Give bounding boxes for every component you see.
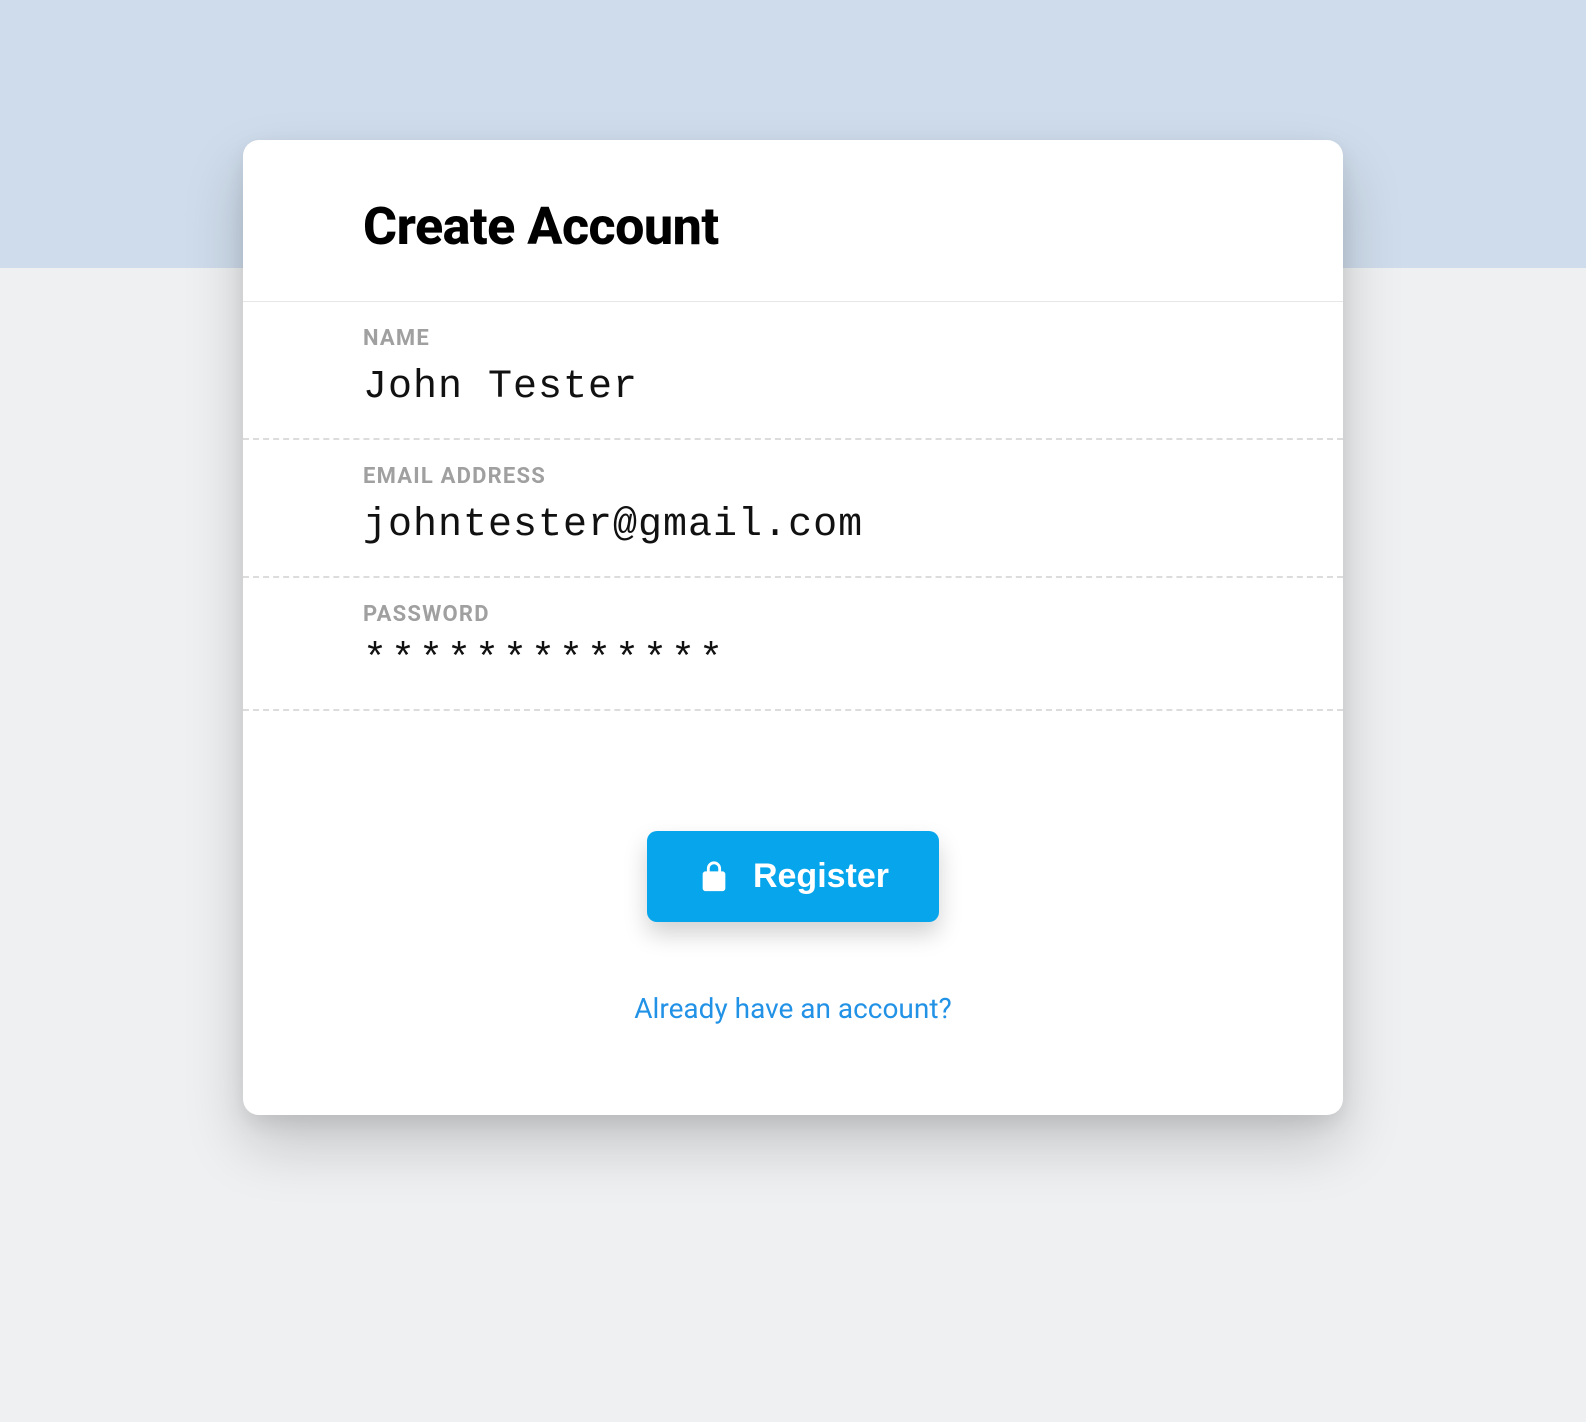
form-fields: NAME EMAIL ADDRESS PASSWORD ************…: [243, 301, 1343, 711]
password-field-row: PASSWORD *************: [243, 578, 1343, 711]
register-button[interactable]: Register: [647, 831, 939, 922]
email-field-row: EMAIL ADDRESS: [243, 440, 1343, 578]
name-field-row: NAME: [243, 302, 1343, 440]
card-header: Create Account: [243, 140, 1343, 301]
create-account-card: Create Account NAME EMAIL ADDRESS PASSWO…: [243, 140, 1343, 1115]
password-field-label: PASSWORD: [363, 602, 1223, 627]
password-input[interactable]: *************: [363, 641, 1223, 681]
name-field-label: NAME: [363, 326, 1223, 351]
already-have-account-link[interactable]: Already have an account?: [634, 992, 951, 1025]
card-footer: Register Already have an account?: [243, 711, 1343, 1115]
email-field-label: EMAIL ADDRESS: [363, 464, 1223, 489]
lock-icon: [697, 860, 731, 894]
name-input[interactable]: [363, 365, 1223, 410]
register-button-label: Register: [753, 857, 889, 896]
email-input[interactable]: [363, 503, 1223, 548]
page-title: Create Account: [363, 196, 1223, 257]
